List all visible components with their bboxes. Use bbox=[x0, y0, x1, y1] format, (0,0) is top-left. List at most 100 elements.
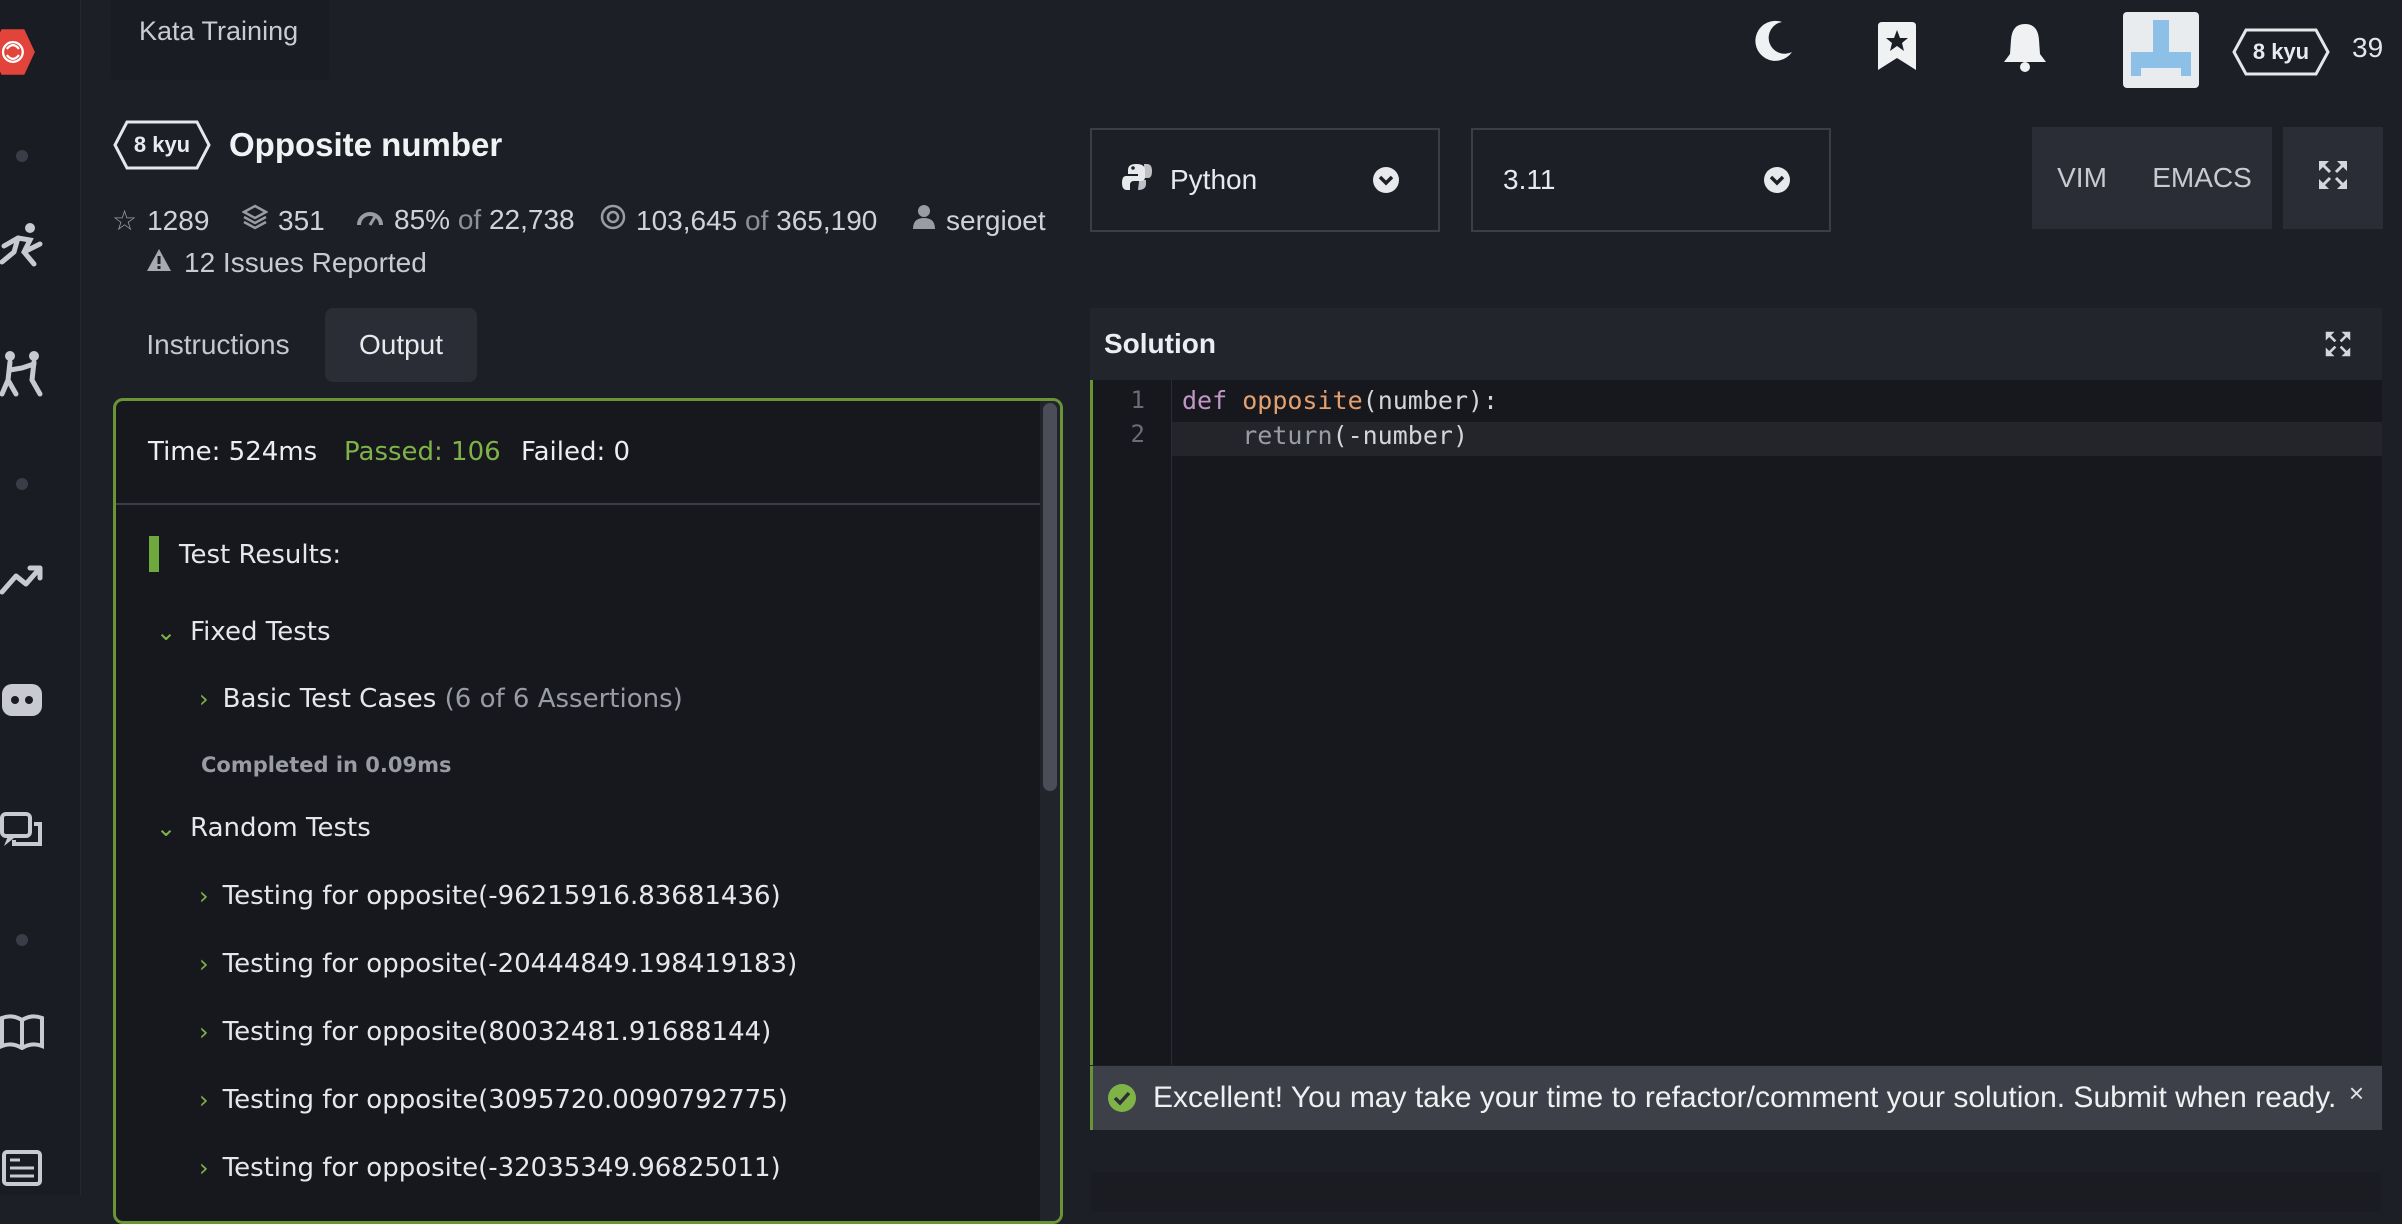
target-icon bbox=[600, 204, 626, 237]
author-stat[interactable]: sergioet bbox=[912, 204, 1046, 237]
warning-icon bbox=[146, 247, 172, 279]
language-select[interactable]: Python bbox=[1090, 128, 1440, 232]
random-tests-label: Random Tests bbox=[190, 813, 371, 843]
expand-icon bbox=[2317, 159, 2349, 198]
fixed-tests-group[interactable]: ⌄ Fixed Tests bbox=[156, 617, 331, 647]
random-test-item[interactable]: › Testing for opposite(-20444849.19841918… bbox=[199, 949, 797, 979]
author-name: sergioet bbox=[946, 204, 1046, 236]
stars-count: 1289 bbox=[147, 204, 210, 236]
tab-instructions[interactable]: Instructions bbox=[118, 308, 318, 382]
kata-training-tab[interactable]: Kata Training bbox=[111, 0, 329, 80]
honor-points: 39 bbox=[2352, 32, 2384, 63]
random-test-label: Testing for opposite(3095720.0090792775) bbox=[222, 1085, 788, 1115]
kata-training-label: Kata Training bbox=[139, 16, 299, 46]
chevron-down-icon: ⌄ bbox=[156, 618, 177, 646]
version-select[interactable]: 3.11 bbox=[1471, 128, 1831, 232]
leaderboard-trend-icon[interactable] bbox=[0, 560, 44, 596]
code-keyword: def bbox=[1182, 386, 1228, 415]
left-navigation-rail bbox=[0, 0, 81, 1195]
code-line-1[interactable]: def opposite(number): bbox=[1182, 386, 1498, 415]
rail-separator-dot bbox=[16, 150, 28, 162]
discussions-icon[interactable] bbox=[0, 812, 44, 852]
code-line-2[interactable]: return(-number) bbox=[1182, 421, 1468, 450]
user-rank-badge[interactable]: 8 kyu bbox=[2232, 28, 2330, 76]
collections-count: 351 bbox=[278, 204, 325, 236]
random-test-item[interactable]: › Testing for opposite(-96215916.83681436… bbox=[199, 881, 781, 911]
collections-stat[interactable]: 351 bbox=[241, 204, 325, 237]
blog-news-icon[interactable] bbox=[0, 1148, 44, 1188]
attempts-count: 365,190 bbox=[776, 204, 878, 236]
random-test-item[interactable]: › Testing for opposite(3095720.0090792775… bbox=[199, 1085, 788, 1115]
discord-icon[interactable] bbox=[0, 680, 44, 720]
chevron-right-icon: › bbox=[199, 685, 209, 713]
codewars-logo-icon[interactable] bbox=[0, 20, 44, 84]
user-rank-label: 8 kyu bbox=[2252, 39, 2310, 64]
completed-count: 103,645 bbox=[636, 204, 738, 236]
code-keyword: return bbox=[1242, 421, 1333, 450]
random-test-label: Testing for opposite(-32035349.96825011) bbox=[222, 1153, 781, 1183]
output-scrollbar[interactable] bbox=[1040, 401, 1060, 1221]
user-avatar[interactable] bbox=[2123, 12, 2199, 88]
language-value: Python bbox=[1170, 164, 1258, 195]
close-icon[interactable]: × bbox=[2349, 1078, 2364, 1109]
run-time: Time: 524ms bbox=[148, 437, 318, 467]
version-value: 3.11 bbox=[1503, 164, 1556, 195]
editor-expand-icon[interactable] bbox=[2324, 330, 2352, 363]
toast-message: Excellent! You may take your time to ref… bbox=[1153, 1081, 2337, 1114]
random-test-item[interactable]: › Testing for opposite(80032481.91688144) bbox=[199, 1017, 771, 1047]
completions-stat: 103,645 of 365,190 bbox=[600, 204, 877, 237]
results-accent-bar bbox=[149, 536, 159, 572]
random-test-label: Testing for opposite(-20444849.198419183… bbox=[222, 949, 798, 979]
check-circle-icon bbox=[1107, 1083, 1137, 1113]
vim-mode-button[interactable]: VIM bbox=[2032, 127, 2132, 229]
of-label: of bbox=[745, 204, 769, 236]
star-icon: ☆ bbox=[112, 205, 138, 236]
bookmark-star-icon[interactable] bbox=[1876, 22, 1918, 77]
assertion-count: (6 of 6 Assertions) bbox=[444, 684, 683, 714]
random-test-label: Testing for opposite(80032481.91688144) bbox=[222, 1017, 772, 1047]
code-expression: (-number) bbox=[1332, 421, 1468, 450]
basic-test-cases[interactable]: › Basic Test Cases (6 of 6 Assertions) bbox=[199, 684, 683, 714]
kata-title: Opposite number bbox=[229, 126, 503, 163]
chevron-down-circle-icon bbox=[1763, 166, 1791, 201]
kata-rank-label: 8 kyu bbox=[133, 132, 191, 157]
random-test-item[interactable]: › Testing for opposite(-32035349.96825011… bbox=[199, 1153, 781, 1183]
of-label: of bbox=[457, 204, 482, 235]
satisfaction-percent: 85% bbox=[394, 204, 451, 235]
chevron-right-icon: › bbox=[199, 1154, 209, 1182]
practice-icon[interactable] bbox=[0, 222, 44, 270]
rail-separator-dot bbox=[16, 478, 28, 490]
line-number-gutter: 1 2 bbox=[1090, 380, 1172, 1065]
votes-count: 22,738 bbox=[488, 204, 575, 235]
satisfaction-gauge-icon bbox=[356, 204, 384, 236]
fullscreen-button[interactable] bbox=[2283, 127, 2383, 229]
notifications-bell-icon[interactable] bbox=[2002, 22, 2048, 77]
line-number: 2 bbox=[1130, 420, 1145, 448]
layers-icon bbox=[241, 204, 269, 237]
next-panel-edge bbox=[1090, 1172, 2382, 1212]
scrollbar-thumb[interactable] bbox=[1043, 403, 1057, 791]
issues-label: 12 Issues Reported bbox=[184, 247, 427, 278]
solution-editor-panel: Solution 1 2 def opposite(number): retur… bbox=[1090, 308, 2382, 1065]
line-number: 1 bbox=[1130, 386, 1145, 414]
tab-output[interactable]: Output bbox=[325, 308, 477, 382]
docs-book-icon[interactable] bbox=[0, 1014, 44, 1050]
emacs-mode-button[interactable]: EMACS bbox=[2132, 127, 2272, 229]
chevron-right-icon: › bbox=[199, 950, 209, 978]
random-tests-group[interactable]: ⌄ Random Tests bbox=[156, 813, 371, 843]
kata-rank-badge: 8 kyu bbox=[113, 120, 211, 170]
code-params: (number): bbox=[1362, 386, 1499, 415]
chevron-down-circle-icon bbox=[1372, 166, 1400, 201]
passed-count: Passed: 106 bbox=[344, 437, 501, 467]
rail-separator-dot bbox=[16, 934, 28, 946]
issues-reported[interactable]: 12 Issues Reported bbox=[146, 247, 427, 279]
compete-icon[interactable] bbox=[0, 350, 44, 398]
chevron-right-icon: › bbox=[199, 882, 209, 910]
dark-mode-moon-icon[interactable] bbox=[1752, 18, 1796, 69]
stars-stat[interactable]: ☆ 1289 bbox=[112, 204, 209, 237]
solution-header: Solution bbox=[1090, 308, 2382, 380]
satisfaction-stat: 85% of 22,738 bbox=[356, 204, 575, 236]
success-toast: Excellent! You may take your time to ref… bbox=[1090, 1066, 2382, 1130]
failed-count: Failed: 0 bbox=[521, 437, 631, 467]
